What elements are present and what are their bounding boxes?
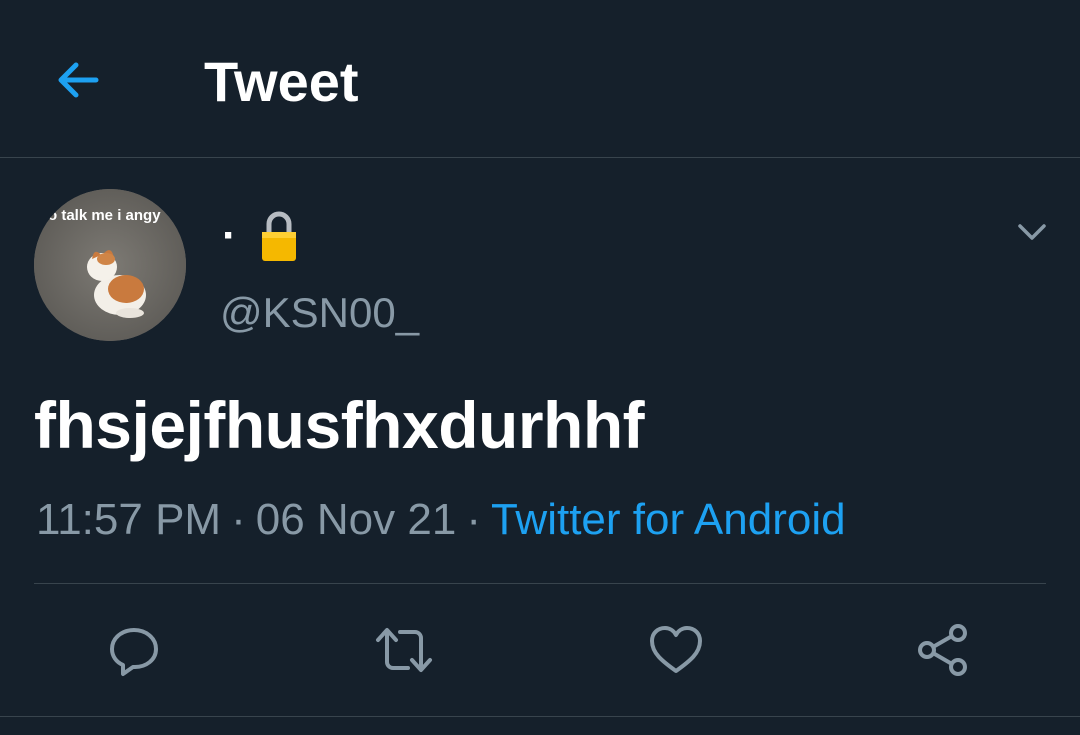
lock-icon: [257, 206, 301, 266]
divider: [34, 583, 1046, 584]
top-app-bar: Tweet: [0, 0, 1080, 158]
retweet-button[interactable]: [374, 620, 434, 680]
more-options-button[interactable]: [1010, 210, 1054, 254]
reply-button[interactable]: [104, 620, 164, 680]
like-button[interactable]: [646, 620, 706, 680]
chevron-down-icon: [1018, 224, 1046, 240]
reply-icon: [110, 628, 158, 676]
back-button[interactable]: [48, 50, 108, 110]
tweet-date: 06 Nov 21: [255, 495, 457, 544]
share-button[interactable]: [914, 620, 974, 680]
author-handle[interactable]: @KSN00_: [220, 288, 419, 338]
author-display-name: ·: [222, 211, 237, 260]
tweet-detail-screen: Tweet o talk me i angy · @KSN00_ fhsjejf…: [0, 0, 1080, 735]
arrow-left-icon: [58, 62, 99, 98]
tweet-time: 11:57 PM: [36, 495, 222, 544]
avatar[interactable]: o talk me i angy: [34, 189, 186, 341]
divider: [0, 716, 1080, 717]
avatar-caption: o talk me i angy: [48, 207, 161, 224]
tweet-source-link[interactable]: Twitter for Android: [491, 495, 846, 544]
share-icon: [918, 624, 967, 676]
tweet-meta: 11:57 PM · 06 Nov 21 · Twitter for Android: [36, 492, 846, 548]
page-title: Tweet: [204, 50, 359, 113]
author-name-row[interactable]: ·: [222, 206, 301, 266]
tweet-text: fhsjejfhusfhxdurhhf: [34, 388, 645, 462]
retweet-icon: [376, 628, 432, 672]
tweet-actions-bar: [0, 600, 1080, 700]
meta-separator: ·: [466, 495, 481, 544]
heart-icon: [650, 626, 702, 673]
meta-separator: ·: [231, 495, 246, 544]
